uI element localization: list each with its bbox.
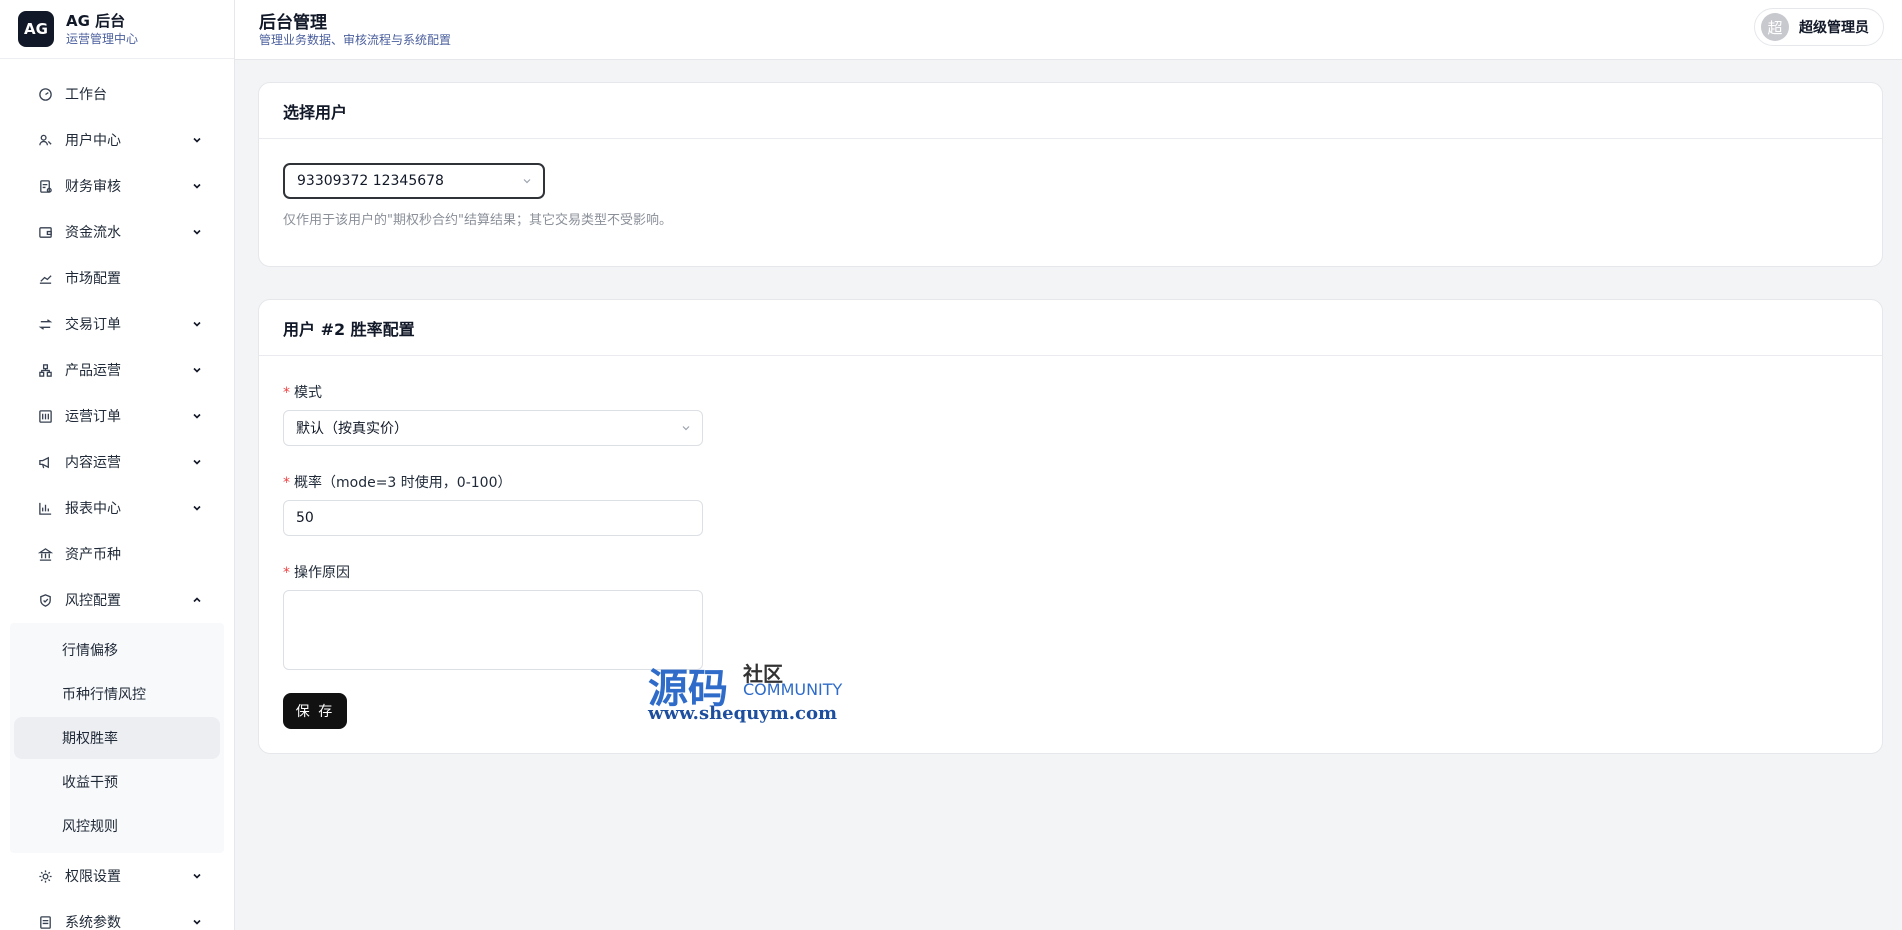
risk-submenu: 行情偏移 币种行情风控 期权胜率 收益干预 风控规则 [10,623,224,853]
mode-label-text: 模式 [294,385,322,401]
sidebar-item-label: 交易订单 [65,317,121,333]
chevron-down-icon [190,501,204,515]
sidebar-item-ops-orders[interactable]: 运营订单 [0,393,234,439]
boxes-icon [37,362,53,378]
scope-hint: 仅作用于该用户的"期权秒合约"结算结果；其它交易类型不受影响。 [283,213,672,228]
chevron-down-icon [190,915,204,929]
sidebar-item-permissions[interactable]: 权限设置 [0,853,234,899]
user-name: 超级管理员 [1799,20,1869,36]
trend-icon [37,270,53,286]
sidebar-item-label: 资金流水 [65,225,121,241]
sidebar-item-product-ops[interactable]: 产品运营 [0,347,234,393]
watermark-en: COMMUNITY [743,680,843,699]
megaphone-icon [37,454,53,470]
sidebar: AG AG 后台 运营管理中心 工作台 用户中心 财务审核 资金流水 市场配置 [0,0,235,930]
chevron-down-icon [190,409,204,423]
sidebar-item-label: 市场配置 [65,271,121,287]
page-title: 后台管理 [259,13,327,33]
sidebar-item-label: 用户中心 [65,133,121,149]
submenu-item-price-offset[interactable]: 行情偏移 [14,629,220,671]
bank-icon [37,546,53,562]
sliders-icon [37,408,53,424]
bar-chart-icon [37,500,53,516]
card-title: 选择用户 [259,83,1882,139]
brand-subtitle: 运营管理中心 [66,31,139,46]
sidebar-item-risk-config[interactable]: 风控配置 [0,577,234,623]
reason-textarea[interactable] [283,590,703,670]
sidebar-item-finance-audit[interactable]: 财务审核 [0,163,234,209]
sidebar-item-label: 财务审核 [65,179,121,195]
sidebar-item-label: 报表中心 [65,501,121,517]
chevron-down-icon [190,133,204,147]
probability-input[interactable]: 50 [283,500,703,536]
wallet-icon [37,224,53,240]
mode-select[interactable]: 默认（按真实价） [283,410,703,446]
sidebar-item-market-config[interactable]: 市场配置 [0,255,234,301]
chevron-down-icon [521,175,533,187]
avatar: 超 [1761,13,1789,41]
required-mark: * [283,565,290,581]
brand-title: AG 后台 [66,11,126,30]
brand-logo: AG [18,11,54,47]
probability-label-text: 概率（mode=3 时使用，0-100） [294,475,512,491]
required-mark: * [283,475,290,491]
sidebar-item-assets[interactable]: 资产币种 [0,531,234,577]
shield-icon [37,592,53,608]
sidebar-item-label: 风控配置 [65,593,121,609]
audit-icon [37,178,53,194]
save-button[interactable]: 保 存 [283,693,347,729]
user-select-value: 93309372 12345678 [297,173,444,189]
brand: AG AG 后台 运营管理中心 [0,0,234,59]
sidebar-item-label: 产品运营 [65,363,121,379]
sidebar-item-users[interactable]: 用户中心 [0,117,234,163]
sidebar-item-reports[interactable]: 报表中心 [0,485,234,531]
settings-doc-icon [37,914,53,930]
sidebar-item-trade-orders[interactable]: 交易订单 [0,301,234,347]
watermark-logo: 源码 社区 COMMUNITY www.shequym.com [648,656,848,726]
watermark-url: www.shequym.com [648,703,838,724]
sidebar-item-label: 运营订单 [65,409,121,425]
submenu-item-profit-intervention[interactable]: 收益干预 [14,761,220,803]
gear-icon [37,868,53,884]
chevron-down-icon [190,225,204,239]
chevron-down-icon [190,179,204,193]
submenu-item-option-winrate[interactable]: 期权胜率 [14,717,220,759]
swap-icon [37,316,53,332]
sidebar-item-label: 工作台 [65,87,107,103]
sidebar-nav: 工作台 用户中心 财务审核 资金流水 市场配置 交易订单 产品运营 运营订单 内… [0,59,234,930]
probability-value: 50 [296,510,314,526]
users-icon [37,132,53,148]
top-header: 后台管理 管理业务数据、审核流程与系统配置 超 超级管理员 [235,0,1902,60]
sidebar-item-label: 系统参数 [65,915,121,930]
sidebar-item-dashboard[interactable]: 工作台 [0,71,234,117]
probability-label: * 概率（mode=3 时使用，0-100） [283,472,511,492]
chevron-down-icon [190,363,204,377]
sidebar-item-system-params[interactable]: 系统参数 [0,899,234,930]
submenu-item-risk-rules[interactable]: 风控规则 [14,805,220,847]
chevron-down-icon [190,317,204,331]
user-select[interactable]: 93309372 12345678 [283,163,545,199]
winrate-config-card: 用户 #2 胜率配置 * 模式 默认（按真实价） * 概率（mode=3 时使用，0… [258,299,1883,754]
mode-select-value: 默认（按真实价） [296,421,408,437]
brand-text: AG 后台 运营管理中心 [66,12,138,47]
sidebar-item-fund-flow[interactable]: 资金流水 [0,209,234,255]
dashboard-icon [37,86,53,102]
card-title: 用户 #2 胜率配置 [259,300,1882,356]
submenu-item-coin-risk[interactable]: 币种行情风控 [14,673,220,715]
mode-label: * 模式 [283,382,322,402]
required-mark: * [283,385,290,401]
select-user-card: 选择用户 93309372 12345678 仅作用于该用户的"期权秒合约"结算… [258,82,1883,267]
sidebar-item-label: 内容运营 [65,455,121,471]
reason-label-text: 操作原因 [294,565,350,581]
sidebar-item-content-ops[interactable]: 内容运营 [0,439,234,485]
chevron-down-icon [190,869,204,883]
reason-label: * 操作原因 [283,562,350,582]
chevron-down-icon [680,422,692,434]
page-subtitle: 管理业务数据、审核流程与系统配置 [259,33,452,47]
sidebar-item-label: 资产币种 [65,547,121,563]
user-menu[interactable]: 超 超级管理员 [1754,8,1884,46]
chevron-down-icon [190,455,204,469]
chevron-up-icon [190,593,204,607]
sidebar-item-label: 权限设置 [65,869,121,885]
